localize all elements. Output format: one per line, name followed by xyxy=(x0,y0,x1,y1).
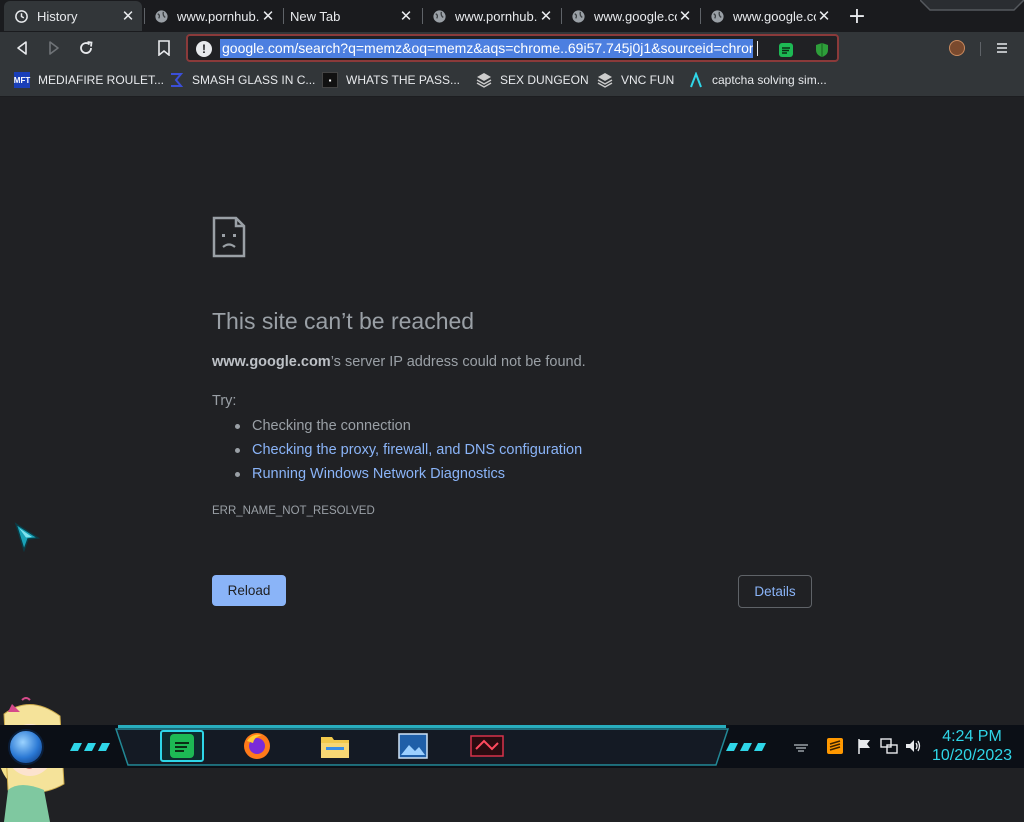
bookmark-sex-dungeon[interactable]: SEX DUNGEON xyxy=(476,71,589,89)
forward-arrow-icon xyxy=(49,41,59,55)
shield-extension-icon[interactable] xyxy=(814,42,830,58)
error-description: www.google.com’s server IP address could… xyxy=(212,354,586,370)
spotify-icon xyxy=(170,734,194,758)
mft-icon: MFT xyxy=(14,72,30,88)
taskbar-decoration xyxy=(726,743,766,751)
page-content: This site can’t be reached www.google.co… xyxy=(0,98,1024,822)
back-arrow-icon xyxy=(17,41,27,55)
lambda-icon xyxy=(690,72,702,88)
menu-icon xyxy=(997,43,1007,53)
close-icon[interactable]: ✕ xyxy=(538,7,554,25)
bookmark-vnc-fun[interactable]: VNC FUN xyxy=(597,71,674,89)
taskbar: 4:24 PM 10/20/2023 xyxy=(0,725,1024,768)
refresh-icon xyxy=(80,41,93,54)
forward-button[interactable] xyxy=(44,38,64,58)
tab-google-1[interactable]: www.google.co ✕ xyxy=(561,1,699,31)
tab-title: www.pornhub.c xyxy=(455,8,538,24)
tab-pornhub-2[interactable]: www.pornhub.c ✕ xyxy=(422,1,560,31)
globe-icon xyxy=(572,9,585,23)
taskbar-firefox[interactable] xyxy=(240,730,274,762)
sigma-icon xyxy=(171,73,184,87)
taskbar-photos[interactable] xyxy=(396,730,430,762)
show-hidden-icons-icon[interactable] xyxy=(792,737,810,755)
bookmarks-bar: MFT MEDIAFIRE ROULET... SMASH GLASS IN C… xyxy=(0,64,1024,97)
try-label: Try: xyxy=(212,393,237,409)
globe-icon xyxy=(155,9,168,23)
error-host: www.google.com xyxy=(212,354,331,370)
bookmark-label: VNC FUN xyxy=(621,73,675,87)
clock-date[interactable]: 10/20/2023 xyxy=(930,747,1014,765)
reload-button[interactable] xyxy=(76,38,96,58)
sad-page-icon xyxy=(212,216,246,258)
reload-page-button[interactable]: Reload xyxy=(212,575,286,606)
suggestion-list: Checking the connection Checking the pro… xyxy=(232,416,582,488)
close-icon[interactable]: ✕ xyxy=(120,7,136,25)
bookmark-label: captcha solving sim... xyxy=(712,73,827,87)
details-button[interactable]: Details xyxy=(738,575,812,608)
tab-title: New Tab xyxy=(290,8,341,24)
suggestion-check-connection: Checking the connection xyxy=(232,416,582,440)
tab-new-tab[interactable]: New Tab ✕ xyxy=(280,1,420,31)
sublime-icon[interactable] xyxy=(826,737,844,755)
bookmark-mediafire[interactable]: MFT MEDIAFIRE ROULET... xyxy=(14,71,164,89)
bookmark-label: WHATS THE PASS... xyxy=(346,73,461,87)
profile-avatar[interactable] xyxy=(949,40,965,56)
game-icon xyxy=(470,735,504,757)
globe-icon xyxy=(433,9,446,23)
stack-icon xyxy=(597,73,613,88)
browser-toolbar: ! google.com/search?q=memz&oq=memz&aqs=c… xyxy=(0,32,1024,64)
bookmark-whats-the-pass[interactable]: ▪ WHATS THE PASS... xyxy=(322,71,460,89)
window-frame-decoration xyxy=(920,0,1024,11)
bookmark-icon xyxy=(158,40,170,56)
tab-title: History xyxy=(37,8,78,24)
tab-google-2[interactable]: www.google.co ✕ xyxy=(700,1,838,31)
tab-title: www.pornhub.c xyxy=(177,8,260,24)
tab-history[interactable]: History ✕ xyxy=(4,1,142,31)
close-icon[interactable]: ✕ xyxy=(677,7,693,25)
history-icon xyxy=(15,9,28,23)
bookmark-smash-glass[interactable]: SMASH GLASS IN C... xyxy=(168,71,315,89)
file-explorer-icon xyxy=(321,737,349,758)
bookmark-label: MEDIAFIRE ROULET... xyxy=(38,73,165,87)
globe-icon xyxy=(711,9,724,23)
taskbar-game[interactable] xyxy=(470,730,504,762)
network-icon[interactable] xyxy=(880,737,898,755)
error-desc-text: ’s server IP address could not be found. xyxy=(330,354,586,370)
taskbar-decoration xyxy=(70,743,110,751)
new-tab-button[interactable]: + xyxy=(846,4,868,29)
back-button[interactable] xyxy=(12,38,32,58)
mouse-cursor-icon xyxy=(14,522,40,552)
tab-title: www.google.co xyxy=(594,8,677,24)
bookmark-button[interactable] xyxy=(154,38,174,58)
volume-icon[interactable] xyxy=(904,737,922,755)
bookmark-label: SMASH GLASS IN C... xyxy=(192,73,316,87)
start-button[interactable] xyxy=(8,729,44,765)
suggestion-proxy-link[interactable]: Checking the proxy, firewall, and DNS co… xyxy=(232,440,582,464)
error-code: ERR_NAME_NOT_RESOLVED xyxy=(212,505,375,517)
close-icon[interactable]: ✕ xyxy=(260,7,276,25)
bookmark-label: SEX DUNGEON xyxy=(500,73,589,87)
site-info-icon[interactable]: ! xyxy=(196,41,212,57)
menu-button[interactable] xyxy=(992,38,1012,58)
firefox-icon xyxy=(244,733,270,759)
suggestion-diagnostics-link[interactable]: Running Windows Network Diagnostics xyxy=(232,464,582,488)
flag-icon[interactable] xyxy=(856,737,874,755)
spotify-extension-icon[interactable] xyxy=(778,42,794,58)
stack-icon xyxy=(476,73,492,88)
tab-strip: History ✕ www.pornhub.c ✕ New Tab ✕ www.… xyxy=(0,0,1024,32)
tab-title: www.google.co xyxy=(733,8,816,24)
page-title: This site can’t be reached xyxy=(212,308,475,334)
taskbar-file-explorer[interactable] xyxy=(318,730,352,762)
text-caret xyxy=(757,41,758,56)
clock-time[interactable]: 4:24 PM xyxy=(930,728,1014,746)
close-icon[interactable]: ✕ xyxy=(398,7,414,25)
address-bar[interactable]: ! google.com/search?q=memz&oq=memz&aqs=c… xyxy=(186,34,839,62)
close-icon[interactable]: ✕ xyxy=(816,7,832,25)
terminal-icon: ▪ xyxy=(322,72,338,88)
bookmark-captcha[interactable]: captcha solving sim... xyxy=(688,71,827,89)
photos-icon xyxy=(398,733,428,759)
tab-pornhub-1[interactable]: www.pornhub.c ✕ xyxy=(144,1,282,31)
taskbar-spotify[interactable] xyxy=(160,730,204,762)
address-bar-url[interactable]: google.com/search?q=memz&oq=memz&aqs=chr… xyxy=(220,39,753,58)
